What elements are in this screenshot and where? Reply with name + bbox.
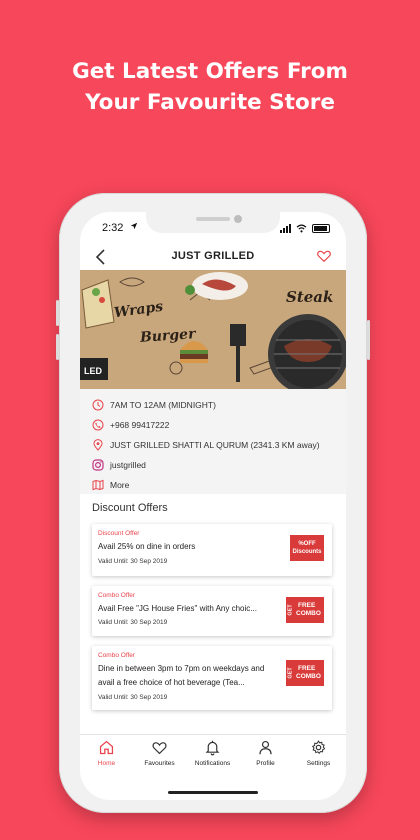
phone-screen: 2:32 JUST GRILLED Wraps Burger Steak LED… bbox=[80, 212, 346, 800]
bottom-tab-bar: Home Favourites Notifications Profile Se… bbox=[80, 734, 346, 778]
badge-line-2: COMBO bbox=[296, 673, 321, 680]
offer-description: Dine in between 3pm to 7pm on weekdays a… bbox=[98, 664, 265, 687]
store-address[interactable]: JUST GRILLED SHATTI AL QURUM (2341.3 KM … bbox=[110, 440, 320, 450]
status-icons bbox=[280, 224, 330, 233]
offers-section-title: Discount Offers bbox=[92, 502, 168, 514]
badge-side-text: GET bbox=[287, 667, 294, 679]
location-arrow-icon bbox=[130, 222, 138, 232]
offer-valid-until: Valid Until: 30 Sep 2019 bbox=[98, 558, 168, 565]
badge-line-1: %OFF bbox=[298, 541, 316, 547]
more-row[interactable]: More bbox=[92, 477, 129, 493]
offer-description: Avail 25% on dine in orders bbox=[98, 542, 196, 551]
combo-badge: GET FREE COMBO bbox=[286, 597, 324, 623]
store-title: JUST GRILLED bbox=[171, 250, 255, 262]
combo-badge: GET FREE COMBO bbox=[286, 660, 324, 686]
status-time: 2:32 bbox=[102, 222, 124, 234]
speaker bbox=[196, 217, 230, 221]
more-link[interactable]: More bbox=[110, 480, 129, 490]
offer-valid-until: Valid Until: 30 Sep 2019 bbox=[98, 619, 168, 626]
store-banner: Wraps Burger Steak LED bbox=[80, 270, 346, 389]
offer-card[interactable]: Discount Offer Avail 25% on dine in orde… bbox=[92, 524, 332, 576]
volume-down-button bbox=[56, 334, 59, 360]
tab-label: Favourites bbox=[144, 760, 175, 767]
headline-line-1: Get Latest Offers From bbox=[72, 59, 348, 84]
volume-up-button bbox=[56, 300, 59, 326]
badge-line-2: COMBO bbox=[296, 610, 321, 617]
bell-icon bbox=[205, 740, 220, 756]
instagram-row[interactable]: justgrilled bbox=[92, 457, 146, 473]
signal-icon bbox=[280, 224, 291, 233]
battery-icon bbox=[312, 224, 330, 233]
clock-icon bbox=[92, 399, 104, 411]
badge-line-1: FREE bbox=[298, 665, 316, 672]
offer-type: Discount Offer bbox=[98, 530, 140, 537]
offer-card[interactable]: Combo Offer Avail Free "JG House Fries" … bbox=[92, 586, 332, 636]
offer-description: Avail Free "JG House Fries" with Any cho… bbox=[98, 604, 257, 613]
badge-line-2: Discounts bbox=[292, 549, 322, 555]
home-indicator bbox=[168, 791, 258, 794]
heart-outline-icon[interactable] bbox=[316, 248, 332, 264]
phone-row[interactable]: +968 99417222 bbox=[92, 417, 169, 433]
tab-label: Profile bbox=[256, 760, 275, 767]
offer-type: Combo Offer bbox=[98, 652, 136, 659]
map-pin-icon bbox=[93, 439, 103, 451]
store-instagram[interactable]: justgrilled bbox=[110, 460, 146, 470]
banner-logo-text: LED bbox=[84, 366, 102, 376]
store-info: 7AM TO 12AM (MIDNIGHT) +968 99417222 JUS… bbox=[80, 389, 346, 494]
tab-notifications[interactable]: Notifications bbox=[186, 739, 239, 777]
power-button bbox=[367, 320, 370, 360]
store-phone[interactable]: +968 99417222 bbox=[110, 420, 169, 430]
front-camera bbox=[234, 215, 242, 223]
tab-profile[interactable]: Profile bbox=[239, 739, 292, 777]
promo-headline: Get Latest Offers From Your Favourite St… bbox=[0, 56, 420, 118]
notch bbox=[146, 212, 280, 233]
store-header: JUST GRILLED bbox=[80, 244, 346, 270]
tab-label: Settings bbox=[306, 760, 331, 767]
banner-word-steak: Steak bbox=[286, 288, 334, 306]
gear-icon bbox=[311, 740, 326, 754]
address-row[interactable]: JUST GRILLED SHATTI AL QURUM (2341.3 KM … bbox=[92, 437, 320, 453]
wifi-icon bbox=[296, 224, 307, 233]
tab-favourites[interactable]: Favourites bbox=[133, 739, 186, 777]
home-icon bbox=[99, 740, 114, 755]
tab-label: Notifications bbox=[194, 760, 231, 767]
person-icon bbox=[259, 740, 272, 755]
offer-card[interactable]: Combo Offer Dine in between 3pm to 7pm o… bbox=[92, 646, 332, 710]
map-icon bbox=[92, 479, 104, 491]
store-hours: 7AM TO 12AM (MIDNIGHT) bbox=[110, 400, 216, 410]
heart-icon bbox=[152, 742, 167, 755]
offer-type: Combo Offer bbox=[98, 592, 136, 599]
discount-badge: %OFF Discounts bbox=[290, 535, 324, 561]
instagram-icon bbox=[92, 459, 104, 471]
headline-line-2: Your Favourite Store bbox=[85, 90, 335, 115]
badge-side-text: GET bbox=[287, 604, 294, 616]
badge-line-1: FREE bbox=[298, 602, 316, 609]
hours-row: 7AM TO 12AM (MIDNIGHT) bbox=[92, 397, 216, 413]
tab-settings[interactable]: Settings bbox=[292, 739, 345, 777]
phone-icon bbox=[92, 419, 104, 431]
tab-home[interactable]: Home bbox=[80, 739, 133, 777]
offer-valid-until: Valid Until: 30 Sep 2019 bbox=[98, 694, 168, 701]
tab-label: Home bbox=[97, 760, 116, 767]
